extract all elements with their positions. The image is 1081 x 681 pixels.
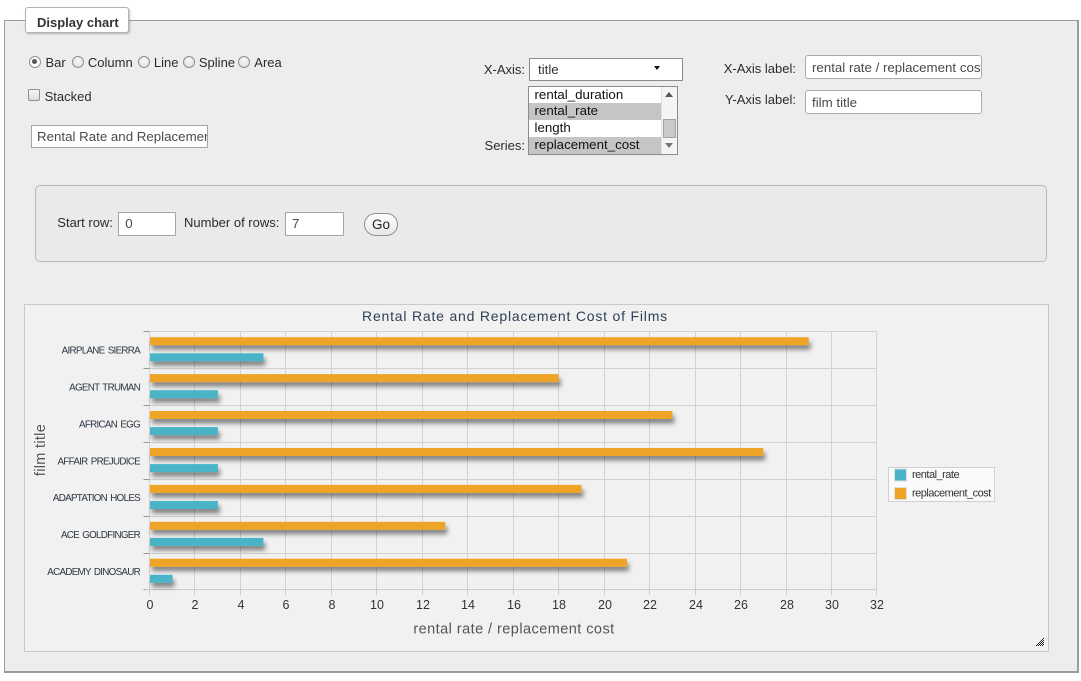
svg-text:14: 14 [461, 598, 475, 612]
svg-text:32: 32 [870, 598, 884, 612]
svg-text:2: 2 [192, 598, 199, 612]
svg-text:film title: film title [33, 424, 49, 476]
svg-text:AFRICAN EGG: AFRICAN EGG [79, 419, 140, 430]
svg-text:ACADEMY DINOSAUR: ACADEMY DINOSAUR [47, 567, 140, 578]
svg-text:rental rate / replacement cost: rental rate / replacement cost [413, 622, 614, 638]
svg-text:12: 12 [416, 598, 430, 612]
svg-text:6: 6 [283, 598, 290, 612]
svg-text:10: 10 [370, 598, 384, 612]
svg-text:20: 20 [598, 598, 612, 612]
svg-text:18: 18 [552, 598, 566, 612]
svg-text:26: 26 [734, 598, 748, 612]
svg-text:replacement_cost: replacement_cost [912, 488, 991, 500]
svg-text:8: 8 [329, 598, 336, 612]
svg-text:16: 16 [507, 598, 521, 612]
svg-text:AFFAIR PREJUDICE: AFFAIR PREJUDICE [57, 456, 141, 467]
svg-text:24: 24 [689, 598, 703, 612]
svg-text:4: 4 [238, 598, 245, 612]
svg-text:rental_rate: rental_rate [912, 469, 959, 481]
svg-text:30: 30 [825, 598, 839, 612]
svg-text:AIRPLANE SIERRA: AIRPLANE SIERRA [62, 346, 142, 357]
svg-text:0: 0 [147, 598, 154, 612]
svg-text:28: 28 [780, 598, 794, 612]
svg-text:ACE GOLDFINGER: ACE GOLDFINGER [61, 530, 141, 541]
svg-text:Rental Rate and Replacement Co: Rental Rate and Replacement Cost of Film… [362, 308, 668, 324]
svg-text:AGENT TRUMAN: AGENT TRUMAN [69, 382, 140, 393]
svg-text:ADAPTATION HOLES: ADAPTATION HOLES [53, 493, 141, 504]
svg-text:22: 22 [643, 598, 657, 612]
